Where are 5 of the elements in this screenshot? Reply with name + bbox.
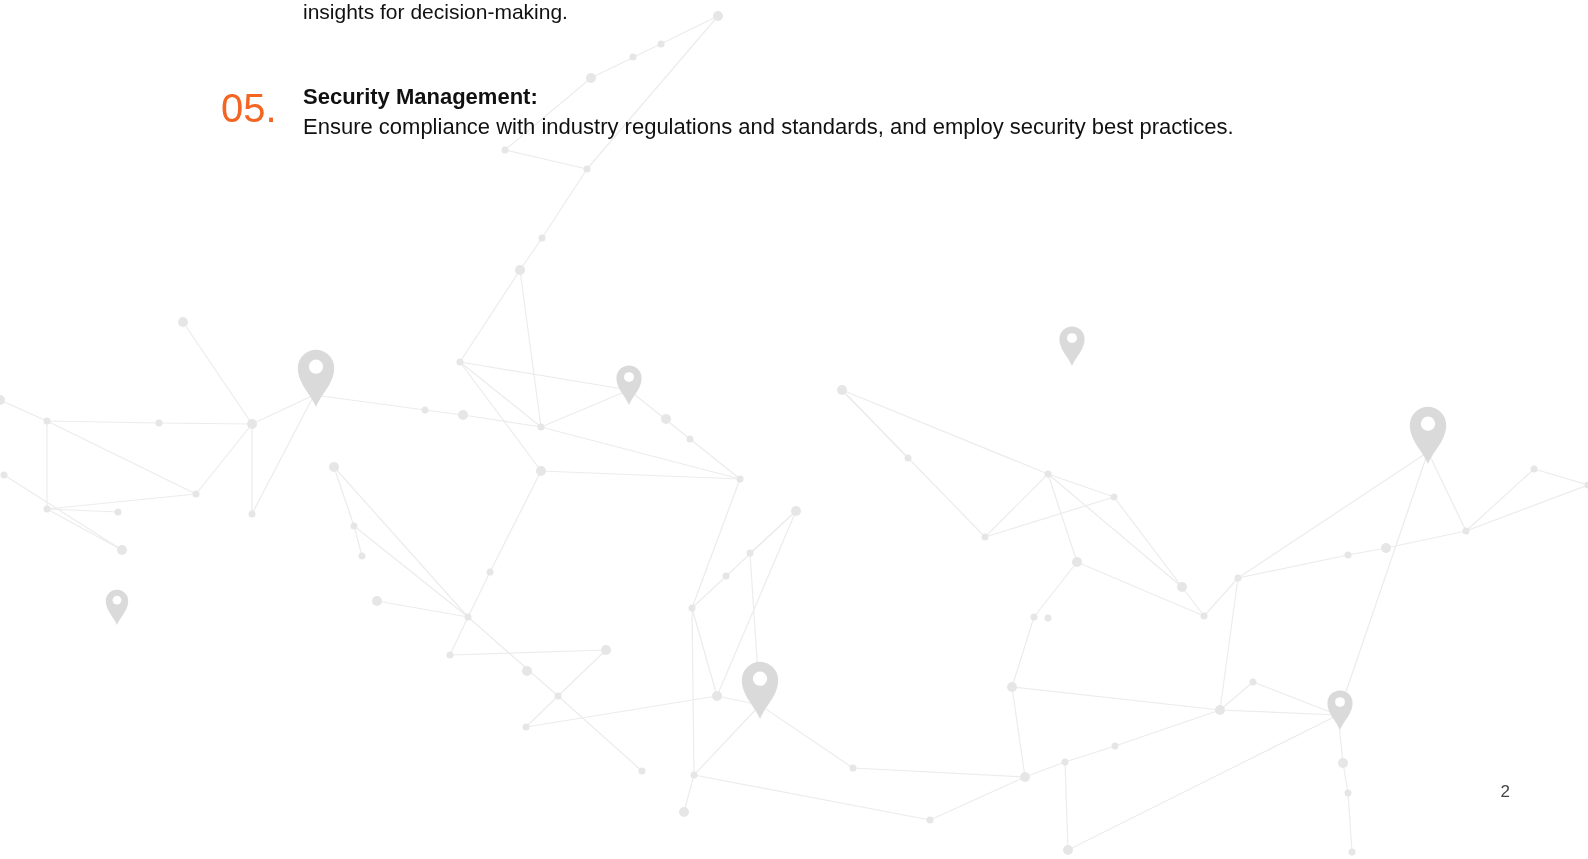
section-title: Security Management: xyxy=(303,83,539,111)
section-number: 05. xyxy=(221,85,278,132)
section-body: Ensure compliance with industry regulations and standards, and employ security best practices. xyxy=(303,113,1234,141)
paragraph-text: insights for decision-making. xyxy=(303,0,569,24)
page-number: 2 xyxy=(1500,782,1510,802)
